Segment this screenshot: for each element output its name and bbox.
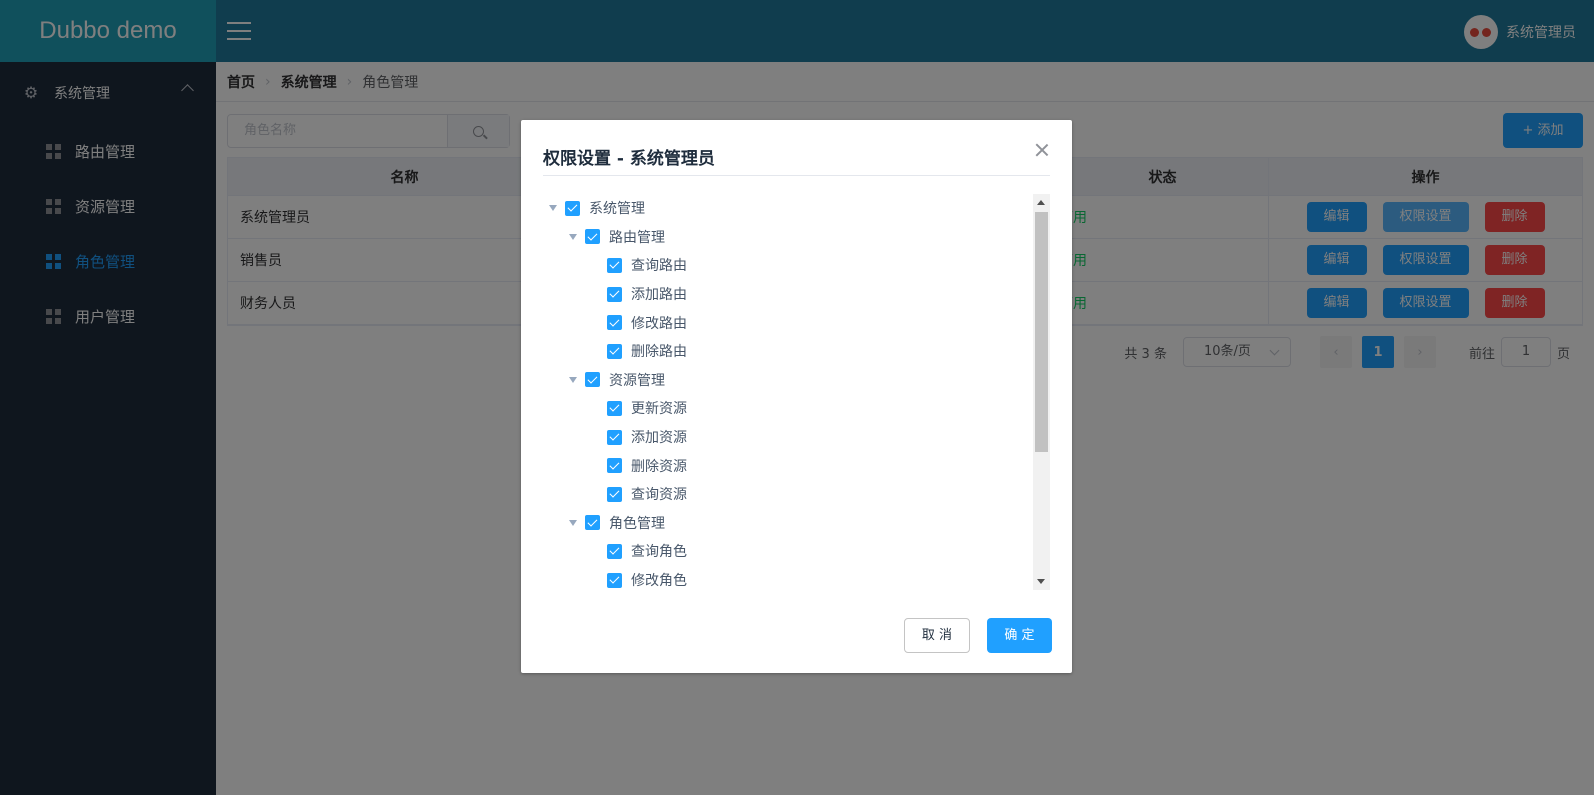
tree-node-label: 角色管理: [609, 515, 665, 532]
tree-node-label: 添加路由: [631, 287, 687, 304]
tree-checkbox[interactable]: [607, 458, 622, 474]
tree-node-label: 资源管理: [609, 372, 665, 389]
tree-node[interactable]: 查询资源: [543, 480, 1030, 509]
tree-node-label: 查询资源: [631, 487, 687, 504]
tree-node[interactable]: 查询角色: [543, 537, 1030, 566]
tree-checkbox[interactable]: [607, 429, 622, 445]
tree-node[interactable]: 修改路由: [543, 308, 1030, 337]
tree-node[interactable]: 添加资源: [543, 423, 1030, 452]
permission-dialog: 权限设置 - 系统管理员 系统管理 路由管理 查询路由 添加路由 修改路由 删除…: [521, 120, 1072, 673]
tree-checkbox[interactable]: [607, 343, 622, 359]
tree-node-label: 系统管理: [589, 201, 645, 218]
tree-checkbox[interactable]: [607, 572, 622, 588]
tree-node[interactable]: 角色管理: [543, 509, 1030, 538]
tree-node[interactable]: 查询路由: [543, 251, 1030, 280]
dialog-title: 权限设置 - 系统管理员: [543, 149, 715, 169]
tree-node-label: 修改角色: [631, 573, 687, 590]
cancel-button[interactable]: 取 消: [904, 618, 970, 653]
tree-node[interactable]: 更新资源: [543, 394, 1030, 423]
tree-checkbox[interactable]: [607, 315, 622, 331]
tree-checkbox[interactable]: [607, 543, 622, 559]
tree-checkbox[interactable]: [565, 200, 580, 216]
tree-node[interactable]: 删除资源: [543, 451, 1030, 480]
tree-node-label: 添加资源: [631, 430, 687, 447]
tree-checkbox[interactable]: [607, 257, 622, 273]
tree-checkbox[interactable]: [607, 400, 622, 416]
tree-node[interactable]: 删除路由: [543, 337, 1030, 366]
tree-node[interactable]: 路由管理: [543, 223, 1030, 252]
confirm-button[interactable]: 确 定: [987, 618, 1052, 653]
tree-node-label: 删除资源: [631, 458, 687, 475]
caret-down-icon[interactable]: [549, 205, 557, 212]
tree-node-label: 查询角色: [631, 544, 687, 561]
tree-checkbox[interactable]: [607, 486, 622, 502]
tree-node-label: 路由管理: [609, 229, 665, 246]
caret-down-icon[interactable]: [569, 376, 577, 383]
tree-scrollbar[interactable]: [1033, 194, 1050, 590]
scroll-up-icon[interactable]: [1037, 200, 1045, 205]
tree-node[interactable]: 添加路由: [543, 280, 1030, 309]
caret-down-icon[interactable]: [569, 519, 577, 526]
tree-checkbox[interactable]: [585, 372, 600, 388]
tree-node-label: 删除路由: [631, 344, 687, 361]
scroll-down-icon[interactable]: [1037, 579, 1045, 584]
tree-checkbox[interactable]: [607, 286, 622, 302]
dialog-divider: [543, 175, 1050, 176]
tree-node[interactable]: 资源管理: [543, 366, 1030, 395]
permission-tree: 系统管理 路由管理 查询路由 添加路由 修改路由 删除路由 资源管理 更新资源 …: [543, 194, 1030, 590]
tree-checkbox[interactable]: [585, 515, 600, 531]
tree-node[interactable]: 修改角色: [543, 566, 1030, 590]
scrollbar-thumb[interactable]: [1035, 212, 1048, 452]
tree-checkbox[interactable]: [585, 229, 600, 245]
tree-node-label: 更新资源: [631, 401, 687, 418]
tree-node-label: 查询路由: [631, 258, 687, 275]
close-icon[interactable]: [1034, 142, 1050, 158]
tree-node[interactable]: 系统管理: [543, 194, 1030, 223]
caret-down-icon[interactable]: [569, 233, 577, 240]
tree-node-label: 修改路由: [631, 315, 687, 332]
